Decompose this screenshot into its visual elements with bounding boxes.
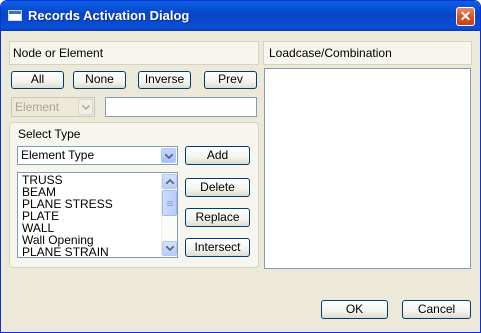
- none-button[interactable]: None: [73, 71, 126, 89]
- prev-button[interactable]: Prev: [204, 71, 257, 89]
- close-button[interactable]: ✕: [456, 7, 475, 26]
- arrow-up-icon[interactable]: [162, 174, 177, 189]
- replace-button[interactable]: Replace: [185, 208, 250, 227]
- grip-line: [167, 201, 173, 202]
- intersect-button[interactable]: Intersect: [185, 238, 250, 257]
- node-element-header: Node or Element: [13, 46, 104, 60]
- select-type-combo[interactable]: Element Type: [17, 146, 178, 165]
- element-combo-value: Element: [15, 100, 60, 114]
- ok-button[interactable]: OK: [321, 300, 388, 319]
- chevron-down-icon[interactable]: [78, 99, 93, 115]
- scroll-thumb[interactable]: [162, 190, 177, 216]
- select-type-combo-value: Element Type: [21, 148, 95, 162]
- grip-line: [167, 205, 173, 206]
- chevron-down-icon[interactable]: [161, 148, 176, 163]
- list-item[interactable]: PLANE STRAIN: [22, 246, 109, 257]
- loadcase-header: Loadcase/Combination: [269, 46, 392, 60]
- loadcase-combination-list[interactable]: [264, 68, 471, 269]
- select-type-label: Select Type: [18, 127, 81, 141]
- list-scrollbar[interactable]: [161, 173, 177, 257]
- grip-line: [167, 203, 173, 204]
- element-id-input[interactable]: [105, 97, 257, 117]
- all-button[interactable]: All: [11, 71, 64, 89]
- title-bar[interactable]: Records Activation Dialog ✕: [1, 1, 480, 31]
- element-type-list[interactable]: TRUSS BEAM PLANE STRESS PLATE WALL Wall …: [17, 172, 178, 258]
- delete-button[interactable]: Delete: [185, 178, 250, 197]
- cancel-button[interactable]: Cancel: [402, 300, 471, 319]
- close-icon: ✕: [459, 8, 472, 24]
- window-icon: [8, 10, 22, 21]
- element-type-combo[interactable]: Element: [11, 97, 95, 117]
- window-title: Records Activation Dialog: [28, 8, 190, 23]
- add-button[interactable]: Add: [185, 146, 250, 165]
- records-activation-dialog: Records Activation Dialog ✕ Node or Elem…: [0, 0, 481, 333]
- inverse-button[interactable]: Inverse: [138, 71, 191, 89]
- arrow-down-icon[interactable]: [162, 241, 177, 256]
